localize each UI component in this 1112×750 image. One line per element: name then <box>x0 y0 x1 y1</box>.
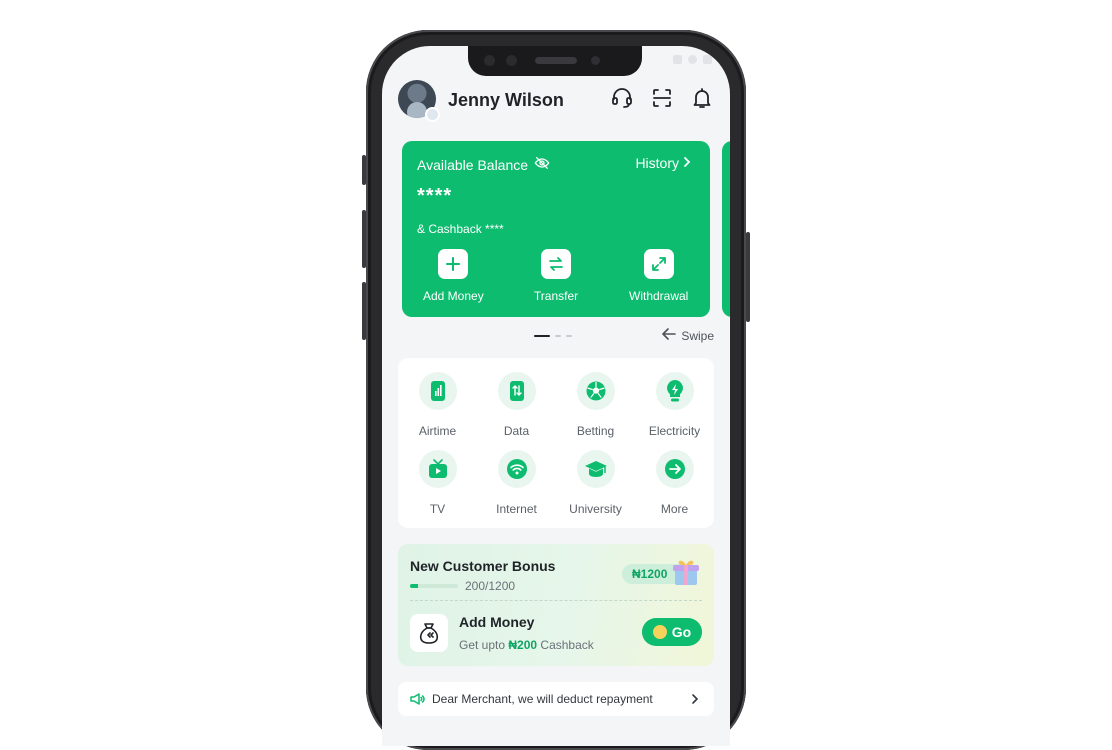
bonus-progress-bar <box>410 584 458 588</box>
money-bag-icon <box>410 614 448 652</box>
balance-card: Available Balance History **** & Cashbac… <box>402 141 710 317</box>
headset-support-icon[interactable] <box>610 86 634 110</box>
task-subtitle: Get upto ₦200 Cashback <box>459 638 594 652</box>
bonus-title: New Customer Bonus <box>410 558 556 574</box>
eye-hidden-icon[interactable] <box>534 155 550 174</box>
next-card-peek[interactable] <box>722 141 730 317</box>
withdrawal-label: Withdrawal <box>629 289 689 303</box>
megaphone-icon <box>409 691 425 707</box>
services-panel: Airtime Data Betting Electricity TV Inte… <box>398 358 714 528</box>
service-airtime[interactable]: Airtime <box>398 372 477 438</box>
phone-power-button <box>746 232 750 322</box>
withdrawal-button[interactable]: Withdrawal <box>607 249 710 303</box>
phone-mute-switch <box>362 155 366 185</box>
data-transfer-icon <box>497 372 536 410</box>
wifi-icon <box>497 450 536 488</box>
chevron-right-icon <box>690 693 700 705</box>
balance-label: Available Balance <box>417 156 529 173</box>
swipe-hint: Swipe <box>662 328 714 343</box>
lightbulb-icon <box>655 372 694 410</box>
phone-signal-icon <box>418 372 457 410</box>
new-customer-bonus-card: New Customer Bonus 200/1200 ₦1200 Add Mo… <box>398 544 714 666</box>
service-more[interactable]: More <box>635 450 714 516</box>
balance-value: **** <box>417 185 453 207</box>
service-tv[interactable]: TV <box>398 450 477 516</box>
bell-notification-icon[interactable] <box>690 86 714 110</box>
user-name: Jenny Wilson <box>448 90 564 110</box>
history-link[interactable]: History <box>635 155 692 171</box>
service-electricity[interactable]: Electricity <box>635 372 714 438</box>
task-cashback-amount: ₦200 <box>508 638 538 652</box>
phone-volume-up <box>362 210 366 268</box>
phone-volume-down <box>362 282 366 340</box>
cashback-value: & Cashback **** <box>417 222 504 236</box>
gift-box-icon <box>670 556 702 588</box>
go-button[interactable]: Go <box>642 618 702 646</box>
transfer-arrows-icon <box>541 249 571 279</box>
service-university[interactable]: University <box>556 450 635 516</box>
graduation-cap-icon <box>576 450 615 488</box>
add-money-label: Add Money <box>422 289 484 303</box>
task-title: Add Money <box>459 614 535 630</box>
tv-icon <box>418 450 457 488</box>
transfer-button[interactable]: Transfer <box>505 249 608 303</box>
avatar-badge <box>425 107 440 122</box>
scan-icon[interactable] <box>650 86 674 110</box>
notice-text: Dear Merchant, we will deduct repayment <box>432 692 653 706</box>
arrow-right-circle-icon <box>655 450 694 488</box>
service-betting[interactable]: Betting <box>556 372 635 438</box>
coin-icon <box>652 625 667 639</box>
merchant-notice-bar[interactable]: Dear Merchant, we will deduct repayment <box>398 682 714 716</box>
card-pager <box>534 335 572 337</box>
service-internet[interactable]: Internet <box>477 450 556 516</box>
plus-icon <box>438 249 469 279</box>
expand-arrows-icon <box>643 249 674 279</box>
phone-notch <box>468 46 642 76</box>
app-screen: Jenny Wilson Available Balance History *… <box>382 46 730 746</box>
bonus-progress-text: 200/1200 <box>465 579 516 593</box>
chevron-right-icon <box>682 155 692 171</box>
arrow-left-icon <box>662 328 677 343</box>
service-data[interactable]: Data <box>477 372 556 438</box>
transfer-label: Transfer <box>533 289 579 303</box>
status-indicators <box>673 55 712 64</box>
add-money-button[interactable]: Add Money <box>402 249 505 303</box>
soccer-ball-icon <box>576 372 615 410</box>
app-header: Jenny Wilson <box>398 80 714 122</box>
